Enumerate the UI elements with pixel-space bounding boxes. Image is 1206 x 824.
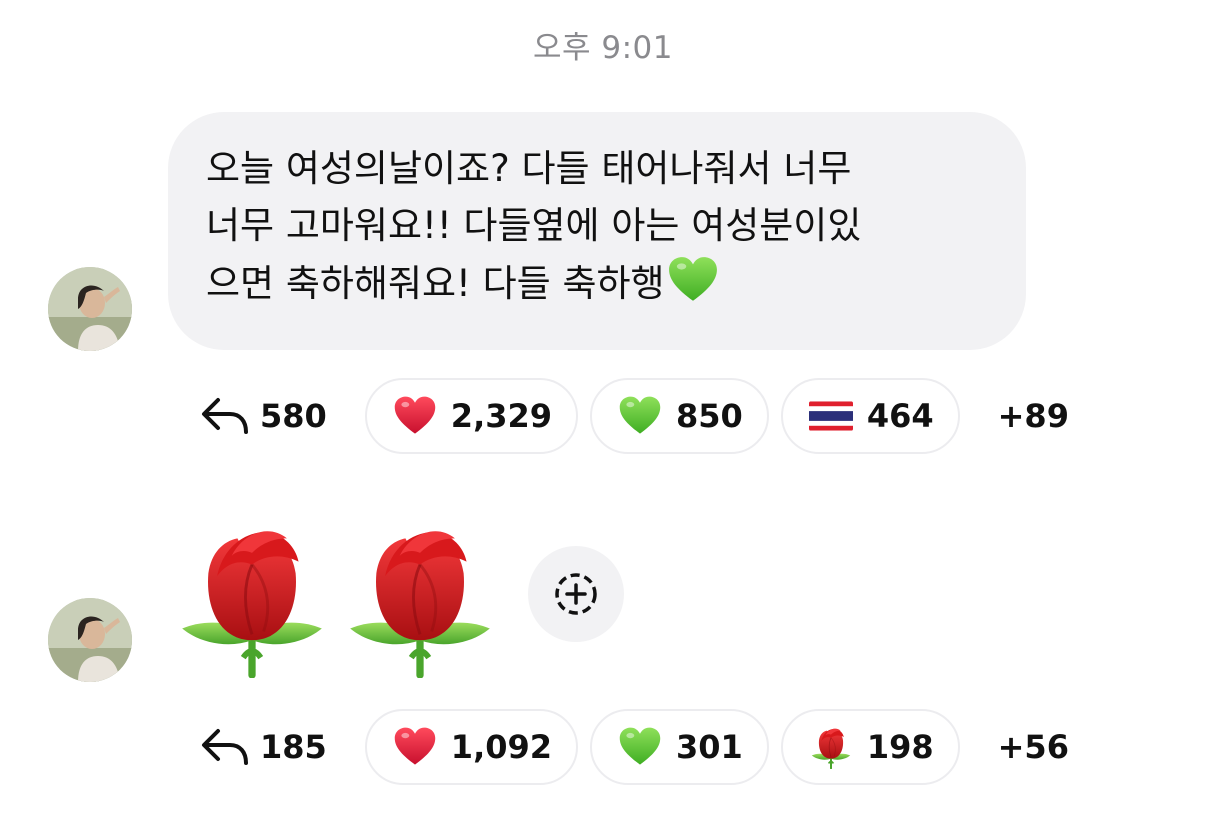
message-line-2: 너무 고마워요!! 다들옆에 아는 여성분이있 [206,204,862,247]
message-timestamp: 오후 9:01 [532,30,673,66]
message-bubble[interactable]: 오늘 여성의날이죠? 다들 태어나줘서 너무 너무 고마워요!! 다들옆에 아는… [168,112,1026,350]
avatar-image [48,267,132,351]
reaction-pill-green-heart[interactable]: 301 [590,709,769,785]
green-heart-icon [618,394,662,438]
reaction-count: 464 [866,397,934,435]
thailand-flag-icon [809,394,853,438]
rose-icon [809,725,853,769]
red-heart-icon [393,394,437,438]
reaction-count: 198 [866,728,934,766]
green-heart-icon [667,254,719,306]
rose-icon[interactable] [178,518,326,678]
reply-button[interactable]: 185 [200,725,327,769]
sender-avatar[interactable] [48,267,132,351]
message-line-3: 으면 축하해줘요! 다들 축하행 [206,262,665,305]
reply-count: 185 [260,728,327,766]
red-heart-icon [393,725,437,769]
avatar-image [48,598,132,682]
message-line-1: 오늘 여성의날이죠? 다들 태어나줘서 너무 [206,147,852,190]
sender-avatar[interactable] [48,598,132,682]
reaction-pill-red-heart[interactable]: 2,329 [364,378,579,454]
green-heart-icon [618,725,662,769]
more-reactions[interactable]: +56 [998,728,1069,766]
add-reaction-button[interactable] [528,546,624,642]
reaction-bar: 185 1,092 301 198 +56 [200,707,1069,787]
reaction-bar: 580 2,329 850 464 +89 [200,376,1069,456]
reply-count: 580 [260,397,327,435]
reaction-pill-red-heart[interactable]: 1,092 [364,709,579,785]
more-reactions[interactable]: +89 [998,397,1069,435]
reply-arrow-icon [202,398,248,434]
reaction-count: 301 [676,728,743,766]
reply-arrow-icon [202,729,248,765]
add-reaction-icon [555,573,597,615]
reaction-count: 2,329 [450,397,553,435]
reaction-pill-green-heart[interactable]: 850 [590,378,769,454]
reaction-count: 850 [676,397,743,435]
reply-button[interactable]: 580 [200,394,327,438]
rose-icon[interactable] [346,518,494,678]
reaction-count: 1,092 [450,728,553,766]
reaction-pill-rose[interactable]: 198 [780,709,960,785]
reaction-pill-thailand-flag[interactable]: 464 [780,378,960,454]
